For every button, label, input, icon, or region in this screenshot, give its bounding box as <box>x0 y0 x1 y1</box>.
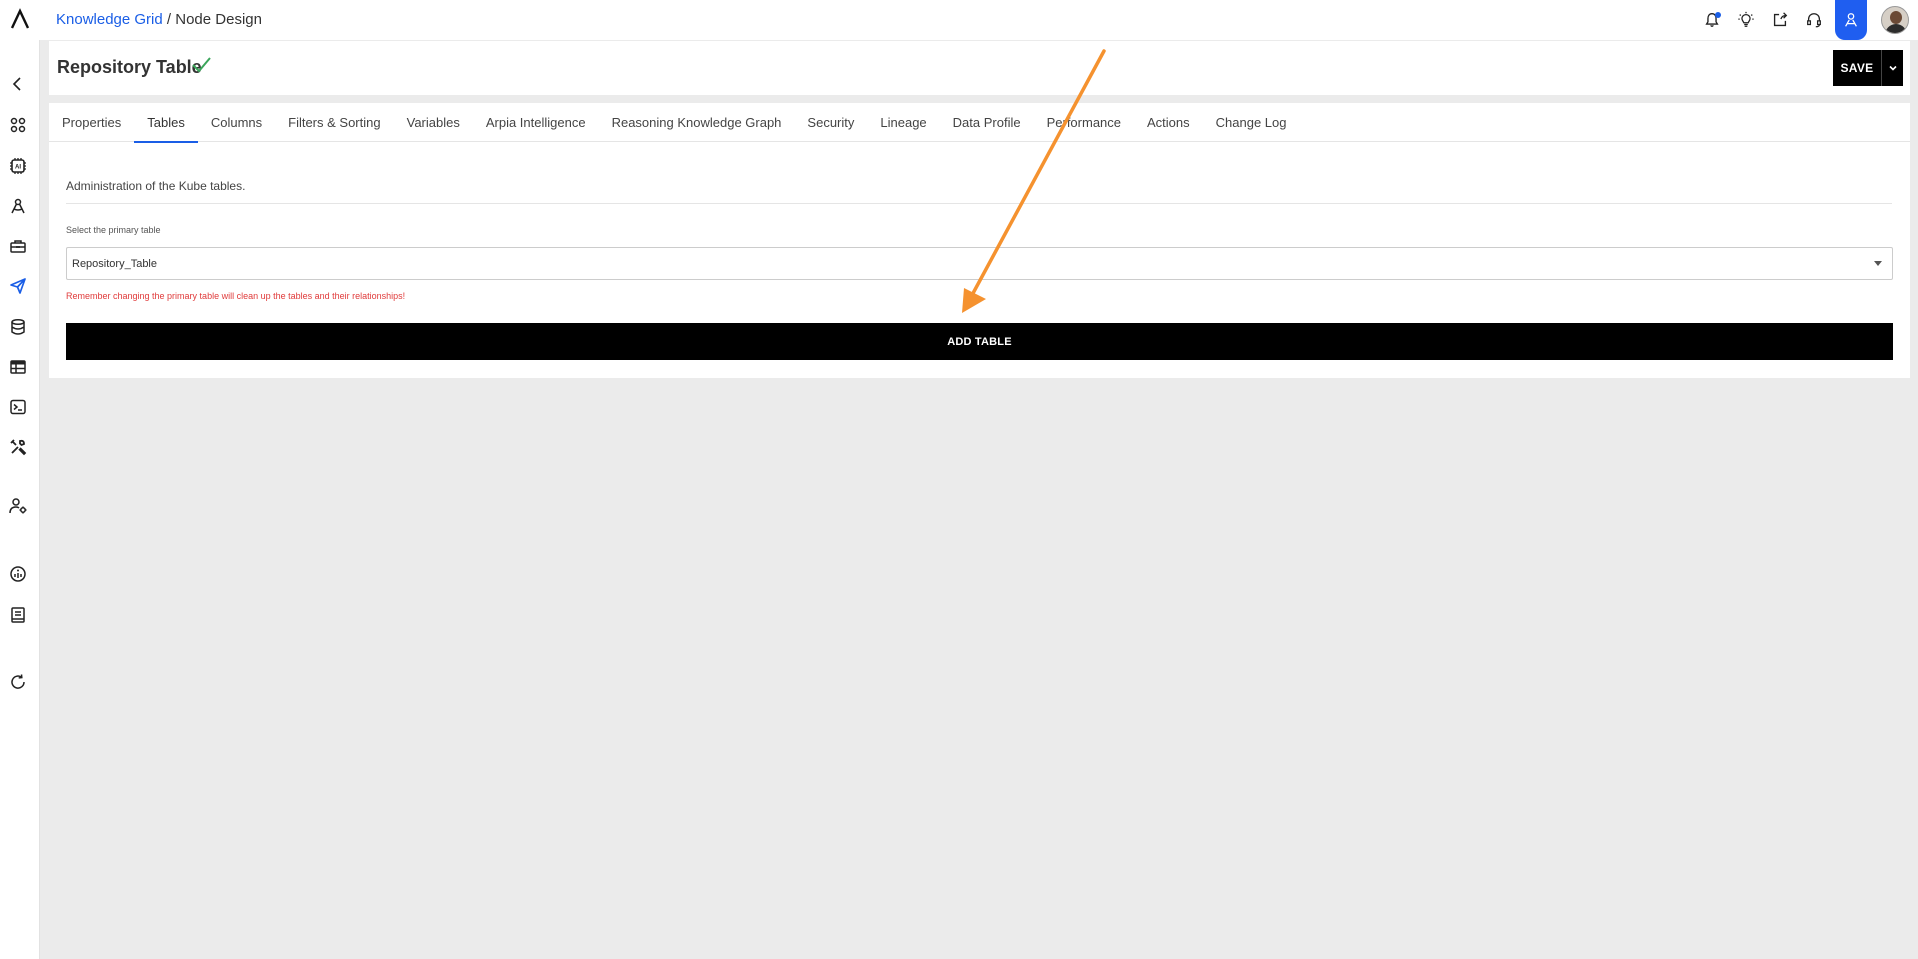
book-icon[interactable] <box>8 605 28 625</box>
tools-icon[interactable] <box>8 437 28 457</box>
left-sidebar: AI <box>0 40 40 959</box>
bell-icon[interactable] <box>1695 0 1729 40</box>
terminal-icon[interactable] <box>8 397 28 417</box>
check-icon <box>192 57 211 73</box>
toolbox-icon[interactable] <box>8 236 28 256</box>
database-icon[interactable] <box>8 317 28 337</box>
tab-filters-sorting[interactable]: Filters & Sorting <box>275 103 393 142</box>
save-options-button[interactable] <box>1881 50 1903 86</box>
header-card: Repository Table SAVE <box>49 41 1910 95</box>
primary-table-value: Repository_Table <box>72 257 157 270</box>
support-headset-icon[interactable] <box>1797 0 1831 40</box>
user-settings-icon[interactable] <box>8 496 28 516</box>
breadcrumb-current: Node Design <box>175 11 262 28</box>
notification-dot <box>1715 12 1721 18</box>
app-logo-icon[interactable] <box>9 8 31 30</box>
top-bar: Knowledge Grid / Node Design <box>0 0 1918 40</box>
page-title: Repository Table <box>57 57 202 77</box>
tab-reasoning-knowledge-graph[interactable]: Reasoning Knowledge Graph <box>599 103 795 142</box>
top-actions <box>1695 0 1918 40</box>
save-button-group: SAVE <box>1833 50 1903 86</box>
apps-grid-icon[interactable] <box>8 115 28 135</box>
tab-data-profile[interactable]: Data Profile <box>940 103 1034 142</box>
compass-icon[interactable] <box>8 196 28 216</box>
tab-variables[interactable]: Variables <box>394 103 473 142</box>
back-chevron-icon[interactable] <box>8 74 28 94</box>
tab-tables[interactable]: Tables <box>134 103 198 143</box>
tab-bar: Properties Tables Columns Filters & Sort… <box>49 103 1910 143</box>
add-table-button[interactable]: ADD TABLE <box>66 323 1893 360</box>
section-divider <box>66 203 1892 204</box>
breadcrumb-separator: / <box>162 11 176 28</box>
send-icon[interactable] <box>8 276 28 296</box>
tab-performance[interactable]: Performance <box>1034 103 1134 142</box>
tab-security[interactable]: Security <box>794 103 867 142</box>
svg-text:AI: AI <box>15 165 21 171</box>
ai-chip-icon[interactable]: AI <box>8 156 28 176</box>
tab-lineage[interactable]: Lineage <box>867 103 939 142</box>
tab-properties[interactable]: Properties <box>49 103 134 142</box>
table-icon[interactable] <box>8 357 28 377</box>
tab-arpia-intelligence[interactable]: Arpia Intelligence <box>473 103 599 142</box>
main-card: Properties Tables Columns Filters & Sort… <box>49 103 1910 378</box>
user-design-icon[interactable] <box>1835 0 1867 40</box>
breadcrumb-link-knowledge-grid[interactable]: Knowledge Grid <box>56 11 163 28</box>
breadcrumb: Knowledge Grid / Node Design <box>56 11 262 28</box>
user-avatar[interactable] <box>1881 6 1909 34</box>
primary-table-select[interactable]: Repository_Table <box>66 247 1893 280</box>
tab-columns[interactable]: Columns <box>198 103 275 142</box>
primary-table-warning: Remember changing the primary table will… <box>66 291 406 301</box>
tab-change-log[interactable]: Change Log <box>1203 103 1300 142</box>
section-description: Administration of the Kube tables. <box>66 179 246 193</box>
info-icon[interactable] <box>8 564 28 584</box>
share-icon[interactable] <box>1763 0 1797 40</box>
caret-down-icon <box>1874 261 1882 266</box>
lightbulb-icon[interactable] <box>1729 0 1763 40</box>
tab-actions[interactable]: Actions <box>1134 103 1203 142</box>
primary-table-label: Select the primary table <box>66 225 161 235</box>
chevron-down-icon <box>1888 65 1897 71</box>
refresh-icon[interactable] <box>8 672 28 692</box>
save-button[interactable]: SAVE <box>1833 50 1881 86</box>
